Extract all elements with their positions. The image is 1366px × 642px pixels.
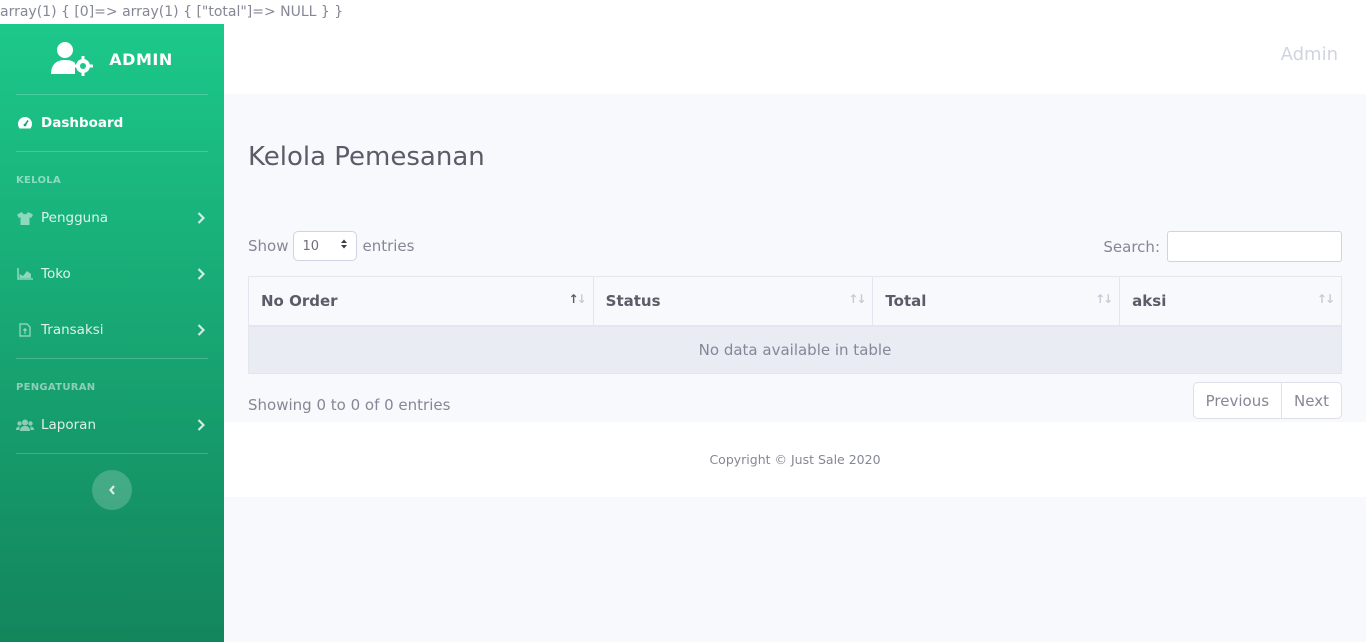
sidebar-item-toko[interactable]: Toko [0,246,224,302]
copyright-text: Copyright © Just Sale 2020 [709,452,881,467]
select-arrows-icon [340,238,348,254]
sort-asc-icon: ↑↓ [568,292,587,306]
chevron-right-icon [194,323,208,337]
empty-message: No data available in table [248,325,1342,374]
show-label: Show [248,237,289,255]
tachometer-icon [16,116,34,130]
chevron-right-icon [194,418,208,432]
entries-length-control: Show 10 entries [248,231,414,261]
sidebar-item-label: Toko [41,266,71,282]
column-header-total[interactable]: Total ↑↓ [872,276,1121,327]
sidebar-heading-kelola: KELOLA [16,175,62,186]
file-invoice-icon [16,323,34,337]
previous-button[interactable]: Previous [1192,382,1283,419]
sidebar-brand[interactable]: ADMIN [0,24,224,94]
entries-select-value: 10 [302,238,320,254]
sidebar-item-laporan[interactable]: Laporan [0,397,224,453]
column-header-aksi[interactable]: aksi ↑↓ [1119,276,1342,327]
chevron-right-icon [194,211,208,225]
debug-output: array(1) { [0]=> array(1) { ["total"]=> … [0,0,1366,24]
footer: Copyright © Just Sale 2020 [224,422,1366,497]
page-title: Kelola Pemesanan [248,142,485,172]
sidebar-item-label: Dashboard [41,115,124,131]
chevron-left-icon [108,481,116,500]
sort-icon: ↑↓ [848,292,866,306]
sidebar-item-label: Transaksi [41,322,104,338]
users-icon [16,418,34,432]
sidebar-item-label: Laporan [41,417,97,433]
tshirt-icon [16,211,34,225]
sidebar-item-label: Pengguna [41,210,109,226]
sidebar-heading-pengaturan: PENGATURAN [16,382,96,393]
column-header-no-order[interactable]: No Order ↑↓ [248,276,594,327]
search-control: Search: [1103,231,1342,262]
sidebar-item-pengguna[interactable]: Pengguna [0,190,224,246]
pagination: Previous Next [1192,382,1342,419]
table-info: Showing 0 to 0 of 0 entries [248,396,451,414]
topbar: Admin [224,24,1366,94]
table-header-row: No Order ↑↓ Status ↑↓ Total ↑↓ aksi ↑↓ [248,276,1342,327]
sidebar-item-dashboard[interactable]: Dashboard [0,95,224,151]
entries-select[interactable]: 10 [293,231,358,261]
search-input[interactable] [1167,231,1342,262]
sort-icon: ↑↓ [1095,292,1113,306]
search-label: Search: [1103,237,1160,256]
next-button[interactable]: Next [1282,382,1342,419]
user-menu[interactable]: Admin [1281,44,1338,65]
page-background [224,497,1366,642]
sidebar-item-transaksi[interactable]: Transaksi [0,302,224,358]
sidebar: ADMIN Dashboard KELOLA Pengguna Toko Tra… [0,24,224,642]
main-content: Kelola Pemesanan Show 10 entries Search:… [224,94,1366,422]
sidebar-divider [16,453,208,454]
user-cog-icon [51,42,95,76]
sidebar-toggle-button[interactable] [92,470,132,510]
brand-text: ADMIN [109,49,173,69]
entries-label: entries [362,237,415,255]
column-header-status[interactable]: Status ↑↓ [592,276,874,327]
area-chart-icon [16,267,34,281]
orders-table: No Order ↑↓ Status ↑↓ Total ↑↓ aksi ↑↓ No da… [248,276,1342,374]
chevron-right-icon [194,267,208,281]
table-row: No data available in table [248,325,1342,374]
sort-icon: ↑↓ [1316,292,1335,306]
